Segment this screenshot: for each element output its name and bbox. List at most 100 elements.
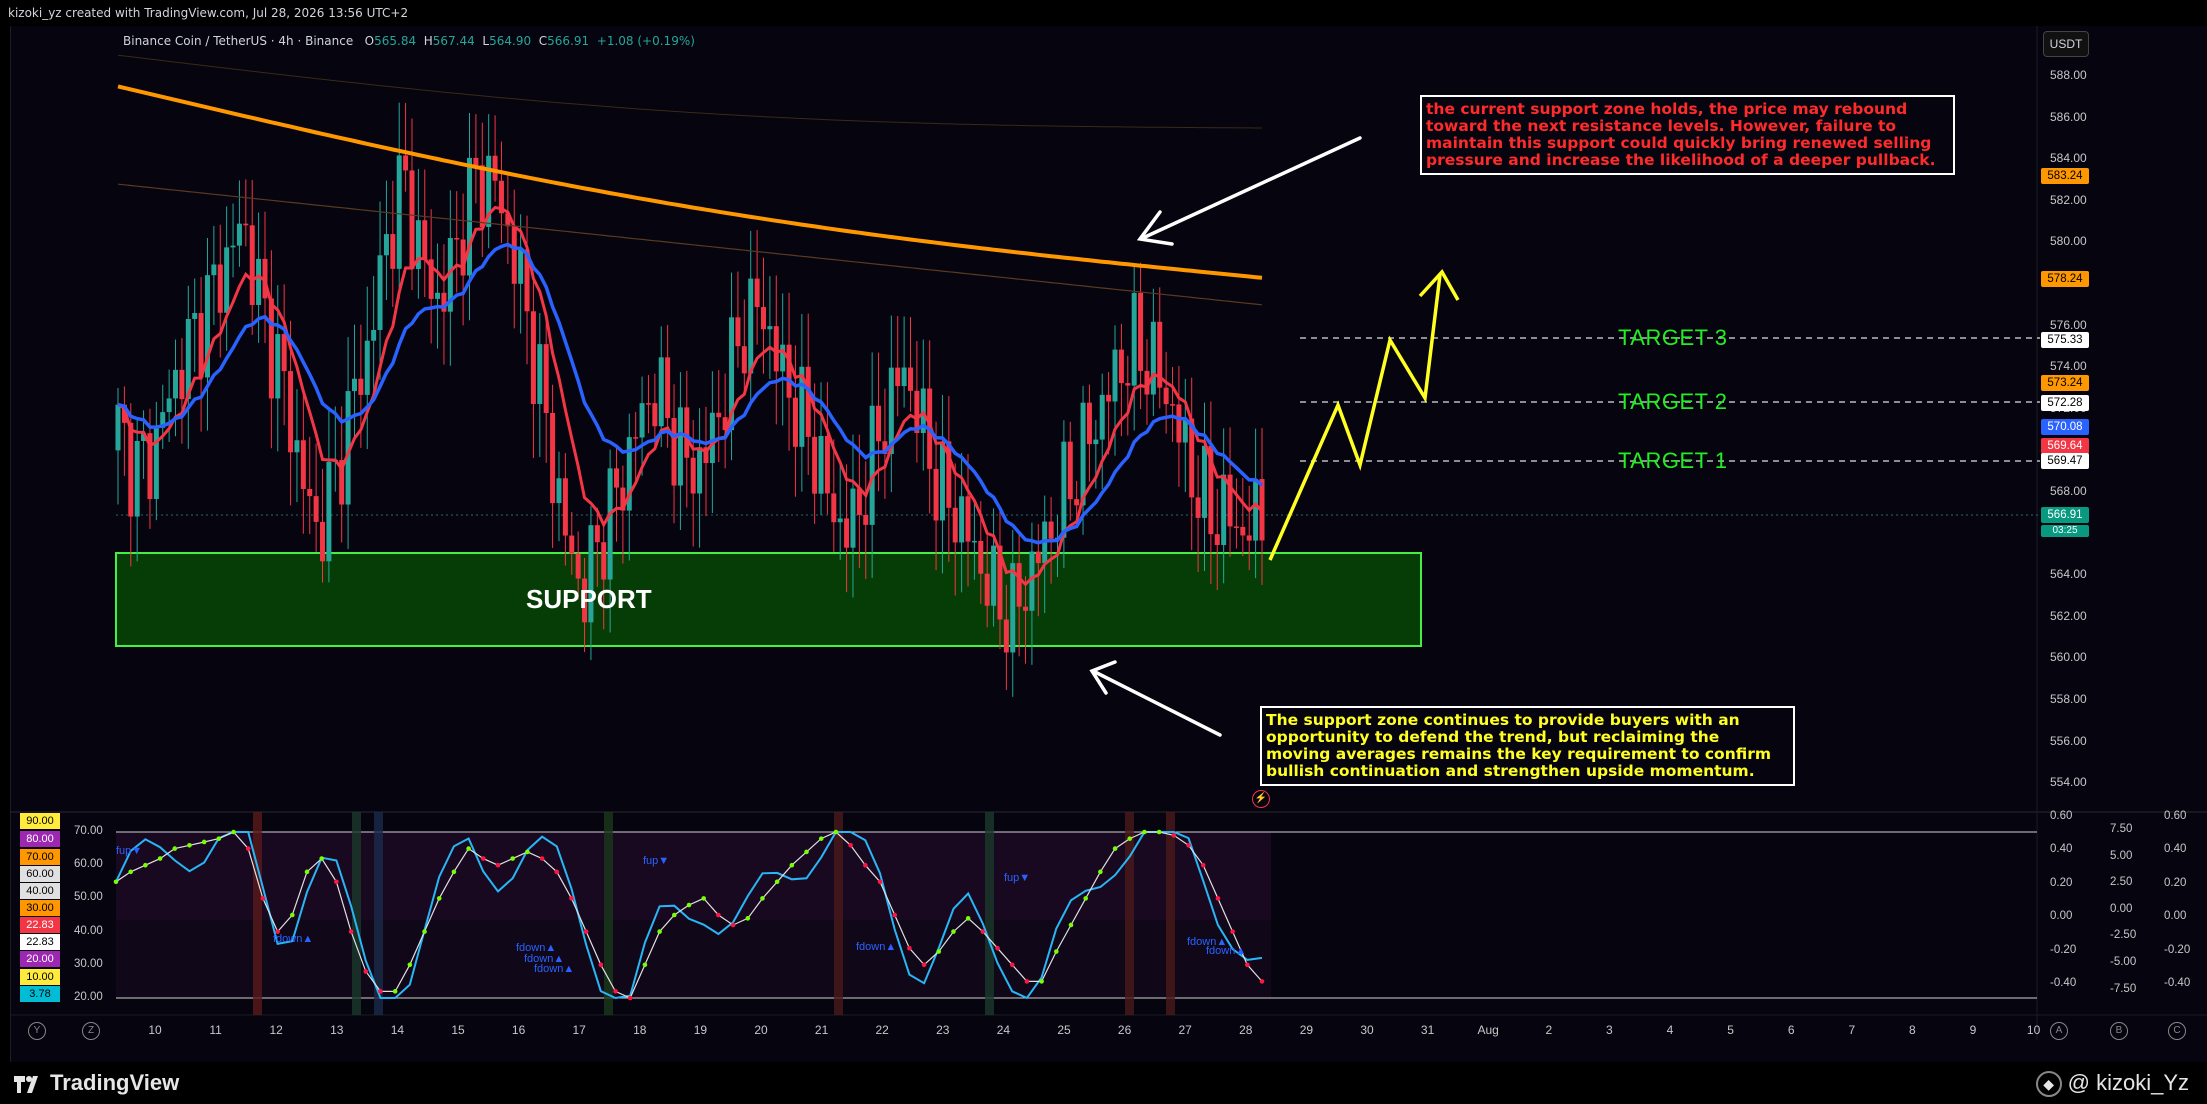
button-z[interactable]: Z: [82, 1022, 100, 1040]
osc-right-tick-b: 2.50: [2110, 876, 2133, 889]
candle-body: [173, 369, 179, 399]
osc-dot: [1039, 979, 1044, 984]
candle-body: [984, 573, 990, 606]
time-tick: 20: [754, 1023, 768, 1037]
candle-body: [1214, 534, 1220, 546]
candle-body: [268, 298, 274, 399]
candle-body: [511, 226, 517, 284]
time-tick: 17: [572, 1023, 586, 1037]
osc-dot: [936, 949, 942, 954]
osc-dot: [1215, 896, 1221, 901]
osc-level-box: 80.00: [20, 831, 60, 847]
osc-dot: [216, 836, 222, 841]
osc-dot: [1259, 979, 1265, 984]
osc-left-tick: 70.00: [74, 825, 103, 837]
candle-body: [709, 412, 715, 464]
osc-level-box: 22.83: [20, 934, 60, 950]
candle-body: [876, 405, 882, 442]
candle-body: [901, 367, 907, 387]
candle-body: [716, 412, 722, 418]
osc-left-tick: 40.00: [74, 924, 103, 937]
button-a[interactable]: A: [2050, 1022, 2068, 1040]
candle-body: [767, 326, 773, 330]
osc-right-tick-b: -7.50: [2110, 982, 2137, 995]
button-b[interactable]: B: [2110, 1022, 2128, 1040]
time-tick: 3: [1606, 1023, 1613, 1037]
candle-body: [1253, 479, 1259, 541]
candle-body: [639, 403, 645, 438]
candle-body: [1093, 439, 1099, 445]
candle-body: [530, 311, 536, 404]
osc-dot: [422, 929, 427, 934]
candle-body: [377, 255, 383, 330]
price-tick: 560.00: [2050, 650, 2087, 665]
price-tag: 578.24: [2041, 271, 2089, 287]
flash-icon[interactable]: ⚡: [1252, 790, 1270, 808]
tradingview-logo[interactable]: TradingView: [14, 1062, 179, 1104]
osc-dot: [539, 856, 545, 861]
candle-body: [166, 398, 172, 413]
time-tick: 6: [1787, 1023, 1795, 1037]
candle-body: [1016, 563, 1022, 607]
price-tick: 558.00: [2050, 692, 2087, 706]
osc-dot: [157, 856, 163, 861]
osc-dot: [701, 896, 706, 901]
candle-body: [1023, 606, 1029, 611]
time-tick: 29: [1299, 1023, 1314, 1037]
candle-body: [1233, 526, 1239, 528]
currency-button[interactable]: USDT: [2043, 31, 2089, 57]
candle-body: [562, 478, 568, 536]
osc-right-tick-c: 0.00: [2164, 910, 2187, 923]
candle-body: [1131, 292, 1137, 386]
osc-dot: [201, 839, 207, 845]
time-tick: 10: [148, 1023, 162, 1037]
price-tick: 568.00: [2050, 484, 2087, 498]
osc-dot: [245, 846, 251, 851]
candle-body: [556, 478, 562, 504]
osc-marker: fup▼: [116, 845, 143, 857]
candle-body: [780, 344, 786, 372]
osc-dot: [583, 929, 589, 934]
candle-body: [1067, 441, 1073, 500]
osc-dot: [554, 869, 560, 875]
price-tick: 582.00: [2050, 192, 2087, 207]
time-tick: 11: [209, 1023, 222, 1037]
price-tag: 573.24: [2041, 375, 2089, 391]
candle-body: [537, 344, 543, 404]
binance-icon: ◆: [2035, 1071, 2062, 1098]
osc-right-tick-b: -5.00: [2110, 956, 2137, 968]
osc-right-tick-a: -0.20: [2050, 943, 2077, 956]
candle-body: [1195, 497, 1201, 518]
candle-body: [1112, 349, 1118, 402]
candle-body: [211, 264, 217, 276]
candle-body: [396, 155, 402, 269]
candle-body: [294, 440, 300, 453]
candle-body: [454, 237, 460, 240]
candle-body: [224, 247, 230, 313]
candle-body: [773, 326, 779, 372]
candle-body: [326, 461, 332, 562]
time-tick: 25: [1057, 1023, 1071, 1037]
button-c[interactable]: C: [2168, 1022, 2186, 1040]
high-value: 567.44: [432, 34, 475, 48]
candle-body: [677, 407, 683, 486]
osc-right-tick-a: 0.40: [2050, 843, 2073, 856]
logo-text: TradingView: [50, 1070, 180, 1095]
candle-body: [1099, 394, 1105, 440]
osc-dot: [921, 962, 927, 968]
author-handle[interactable]: ◆ @ kizoki_Yz: [2035, 1062, 2189, 1104]
osc-right-tick-b: 5.00: [2110, 849, 2133, 862]
candle-body: [550, 412, 556, 504]
price-tag: 569.47: [2041, 453, 2089, 469]
osc-dot: [172, 846, 178, 851]
symbol-header: Binance Coin / TetherUS · 4h · Binance O…: [123, 34, 695, 48]
time-tick: 7: [1848, 1023, 1856, 1037]
button-y[interactable]: Y: [28, 1022, 46, 1040]
candle-body: [594, 525, 600, 543]
candle-body: [492, 155, 498, 181]
osc-marker: fdown▲: [273, 933, 314, 945]
osc-left-tick: 60.00: [74, 858, 103, 871]
osc-dot: [1068, 922, 1074, 928]
osc-level-box: 3.78: [20, 986, 60, 1002]
target-1-label: TARGET 1: [1618, 448, 1728, 473]
